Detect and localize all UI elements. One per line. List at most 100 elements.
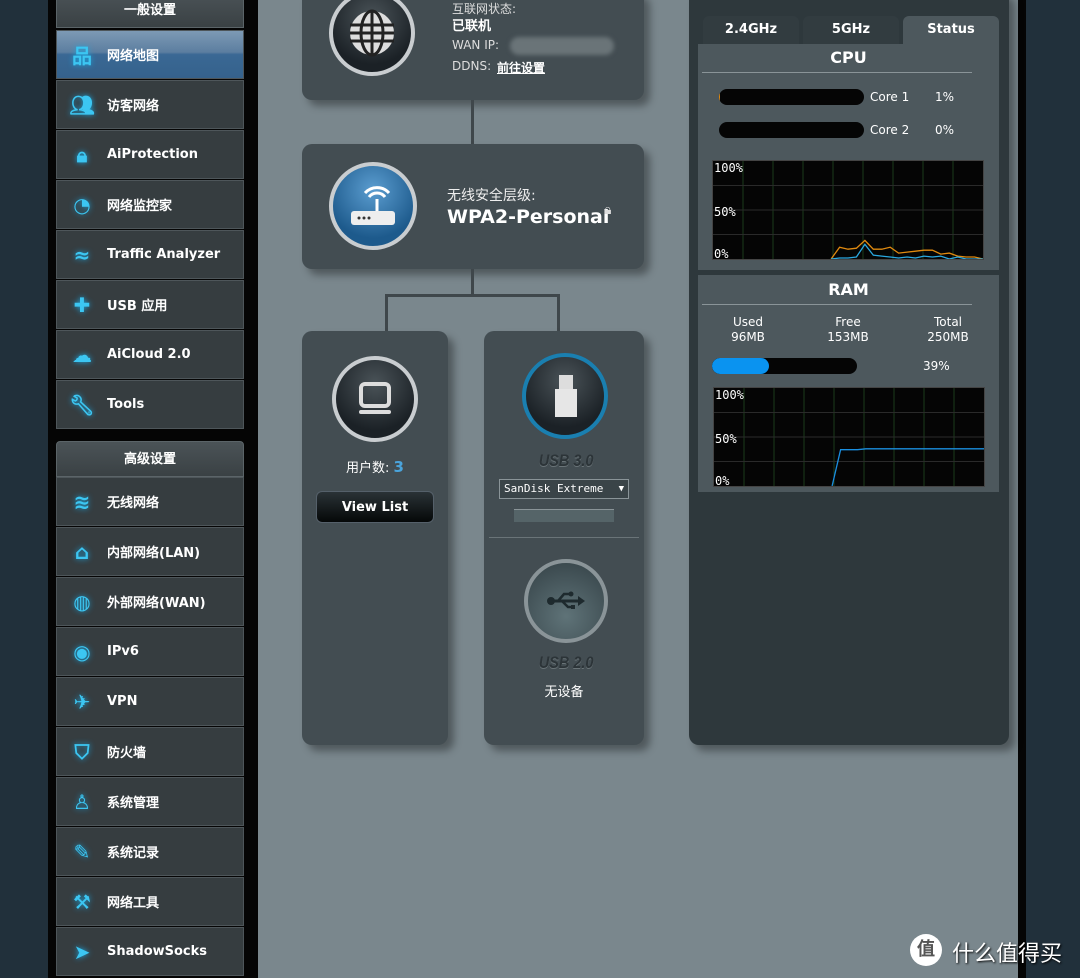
router-icon[interactable]: [329, 162, 417, 250]
sidebar-adv-item-8[interactable]: ⚒ 网络工具: [56, 877, 244, 926]
tab-24ghz[interactable]: 2.4GHz: [703, 16, 799, 44]
usb-usage-bar: [514, 509, 614, 522]
watermark-text: 什么值得买: [952, 942, 1063, 967]
sidebar-item-2[interactable]: 🔒︎ AiProtection: [56, 130, 244, 179]
y-tick-label: 100%: [714, 161, 744, 175]
ram-used-value: 96MB: [731, 330, 765, 344]
divider: [702, 304, 972, 305]
ram-usage-fill: [712, 358, 769, 374]
ram-total: Total 250MB: [918, 315, 978, 345]
network-tools-icon: ⚒: [73, 889, 91, 914]
ram-used: Used 96MB: [718, 315, 778, 345]
computer-icon[interactable]: [332, 356, 418, 442]
security-level-value: WPA2-Personal: [447, 206, 610, 228]
sidebar-item-label: IPv6: [107, 644, 139, 659]
globe-icon[interactable]: [329, 0, 415, 76]
admin-user-icon: ♙: [73, 789, 91, 814]
core-1-bar: [719, 89, 864, 105]
core-2-bar: [719, 122, 864, 138]
log-icon: ✎: [73, 839, 91, 864]
speedometer-icon: ◔: [73, 192, 91, 217]
advanced-settings-header: 高级设置: [56, 441, 244, 477]
ram-usage-bar: [712, 358, 857, 374]
shield-icon: ⛉: [74, 739, 90, 764]
sidebar-item-label: ShadowSocks: [107, 944, 208, 959]
usb-symbol-icon[interactable]: [524, 559, 608, 643]
sidebar-item-6[interactable]: ☁ AiCloud 2.0: [56, 330, 244, 379]
sidebar-item-label: 系统管理: [107, 796, 160, 811]
internet-status-card[interactable]: 互联网状态: 已联机 WAN IP: DDNS: 前往设置: [302, 0, 644, 100]
internet-status-value: 已联机: [452, 19, 492, 34]
sidebar-item-label: Traffic Analyzer: [107, 247, 221, 262]
sidebar-item-7[interactable]: 🔧︎ Tools: [56, 380, 244, 429]
client-count-value: 3: [393, 458, 404, 476]
y-tick-label: 100%: [715, 388, 745, 402]
ram-percent: 39%: [923, 359, 950, 373]
ram-free-label: Free: [835, 315, 861, 329]
sidebar-item-4[interactable]: ≈ Traffic Analyzer: [56, 230, 244, 279]
usb-card: USB 3.0 SanDisk Extreme ▼ USB 2.0 无设备: [484, 331, 644, 745]
wan-ip-redacted: [510, 37, 614, 55]
network-map-icon: 品: [72, 44, 92, 68]
ram-free-value: 153MB: [827, 330, 869, 344]
sidebar-adv-item-3[interactable]: ◉ IPv6: [56, 627, 244, 676]
sidebar-adv-item-4[interactable]: ✈ VPN: [56, 677, 244, 726]
sidebar-item-label: 无线网络: [107, 496, 160, 511]
sidebar-item-label: 访客网络: [107, 99, 160, 114]
vpn-icon: ✈: [73, 689, 91, 714]
globe-icon: ◍: [73, 589, 91, 614]
ram-title: RAM: [828, 280, 869, 299]
home-icon: ⌂: [74, 539, 90, 564]
sidebar-adv-item-6[interactable]: ♙ 系统管理: [56, 777, 244, 826]
client-count: 用户数: 3: [302, 457, 448, 476]
traffic-chart-icon: ≈: [73, 242, 91, 267]
sidebar-item-3[interactable]: ◔ 网络监控家: [56, 180, 244, 229]
client-count-label: 用户数:: [346, 461, 390, 476]
usb2-label: USB 2.0: [538, 653, 594, 672]
y-tick-label: 0%: [714, 247, 729, 259]
ram-free: Free 153MB: [818, 315, 878, 345]
ram-total-label: Total: [933, 315, 963, 329]
ram-total-value: 250MB: [927, 330, 969, 344]
ddns-label: DDNS:: [452, 59, 492, 73]
tab-5ghz[interactable]: 5GHz: [803, 16, 899, 44]
connector-line: [385, 294, 388, 331]
cloud-icon: ☁: [72, 342, 92, 367]
lock-icon: 🔒︎: [604, 202, 612, 218]
sidebar-adv-item-1[interactable]: ⌂ 内部网络(LAN): [56, 527, 244, 576]
tab-status[interactable]: Status: [903, 16, 999, 44]
y-tick-label: 50%: [714, 205, 736, 219]
sidebar-adv-item-2[interactable]: ◍ 外部网络(WAN): [56, 577, 244, 626]
sidebar-item-label: AiCloud 2.0: [107, 347, 191, 362]
sidebar-item-label: 防火墙: [107, 746, 147, 761]
divider: [702, 72, 972, 73]
sidebar-adv-item-9[interactable]: ➤ ShadowSocks: [56, 927, 244, 976]
ddns-settings-link[interactable]: 前往设置: [497, 59, 545, 76]
lock-icon: 🔒︎: [76, 142, 88, 167]
watermark-logo: 值: [910, 934, 942, 966]
router-card[interactable]: 无线安全层级: WPA2-Personal 🔒︎: [302, 144, 644, 269]
sidebar-adv-item-0[interactable]: ≋ 无线网络: [56, 477, 244, 526]
connector-line: [385, 294, 560, 297]
ram-history-graph: 100% 50% 0%: [713, 387, 985, 488]
sidebar-item-label: 网络工具: [107, 896, 160, 911]
sidebar-item-label: Tools: [107, 397, 145, 412]
sidebar-item-label: 网络监控家: [107, 199, 173, 214]
usb-device-select[interactable]: SanDisk Extreme ▼: [499, 479, 629, 499]
sidebar-adv-item-5[interactable]: ⛉ 防火墙: [56, 727, 244, 776]
sidebar-item-5[interactable]: ✚ USB 应用: [56, 280, 244, 329]
sidebar-item-0[interactable]: 品网络地图: [56, 30, 244, 79]
general-settings-header: 一般设置: [56, 0, 244, 28]
sidebar-item-label: VPN: [107, 694, 138, 709]
core-label: Core 1: [870, 90, 910, 104]
ram-series-0: [831, 448, 984, 487]
connector-line: [471, 269, 474, 295]
usb-drive-icon[interactable]: [522, 353, 608, 439]
y-tick-label: 0%: [715, 474, 730, 486]
sidebar-adv-item-7[interactable]: ✎ 系统记录: [56, 827, 244, 876]
view-list-button[interactable]: View List: [316, 491, 434, 523]
cpu-title: CPU: [830, 48, 867, 67]
sidebar-item-label: AiProtection: [107, 147, 198, 162]
wrench-icon: 🔧︎: [69, 392, 95, 417]
sidebar-item-1[interactable]: 👥︎ 访客网络: [56, 80, 244, 129]
